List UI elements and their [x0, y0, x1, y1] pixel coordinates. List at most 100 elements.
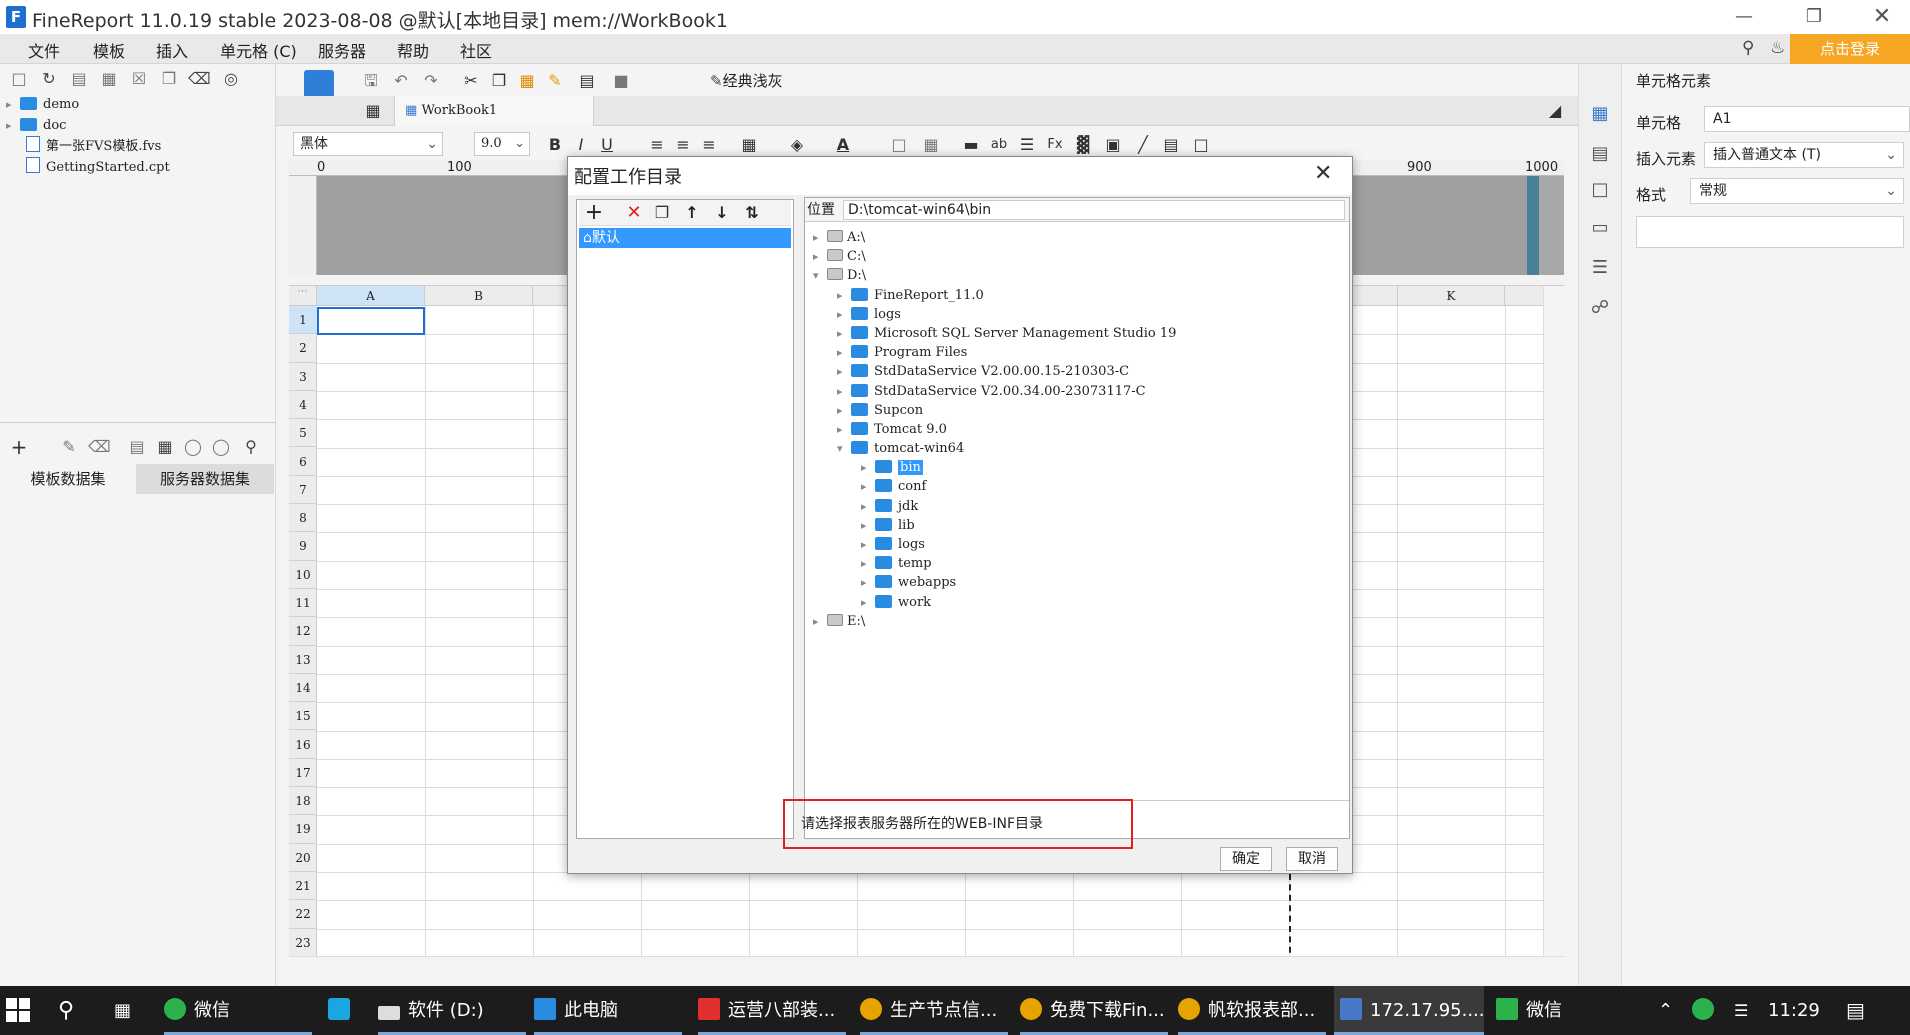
- caret-right-icon[interactable]: ▸: [837, 343, 851, 362]
- clock[interactable]: 11:29: [1768, 986, 1820, 1035]
- notification-icon[interactable]: ▤: [1846, 986, 1865, 1035]
- row-header[interactable]: 15: [289, 702, 317, 731]
- insert-text-ab-icon[interactable]: ab: [988, 134, 1010, 156]
- lock-icon[interactable]: ▦: [98, 68, 120, 90]
- row-header[interactable]: 5: [289, 419, 317, 448]
- more-insert-icon[interactable]: □: [1190, 134, 1212, 156]
- menu-help[interactable]: 帮助: [397, 38, 429, 62]
- add-icon[interactable]: +: [8, 436, 30, 458]
- caret-right-icon[interactable]: ▸: [813, 247, 827, 266]
- bell-icon[interactable]: ♨: [1770, 38, 1785, 58]
- row-header[interactable]: 18: [289, 787, 317, 816]
- caret-right-icon[interactable]: ▸: [837, 362, 851, 381]
- tree-item[interactable]: 第一张FVS模板.fvs: [6, 136, 266, 157]
- taskbar-item[interactable]: 微信: [164, 986, 312, 1035]
- directory-tree[interactable]: ▸ A:\ ▸ C:\ ▾ D:\ ▸ FineReport_11.0 ▸ logs ▸ Micros…: [813, 228, 1343, 648]
- directory-node[interactable]: ▸ Microsoft SQL Server Management Studio …: [813, 324, 1343, 343]
- align-left-icon[interactable]: ≡: [646, 134, 668, 156]
- template-web-attr-icon[interactable]: ■: [610, 70, 632, 92]
- copy-icon[interactable]: ❐: [158, 68, 180, 90]
- underline-icon[interactable]: U: [596, 134, 618, 156]
- menu-community[interactable]: 社区: [460, 38, 492, 62]
- row-header[interactable]: 13: [289, 646, 317, 674]
- directory-node[interactable]: ▸ lib: [813, 516, 1343, 535]
- workdir-list-item[interactable]: ⌂默认: [579, 228, 791, 248]
- cell-content-input[interactable]: [1636, 216, 1904, 248]
- caret-right-icon[interactable]: ▸: [861, 554, 875, 573]
- cell-attr-icon[interactable]: ▤: [1588, 142, 1612, 166]
- caret-right-icon[interactable]: ▸: [837, 305, 851, 324]
- edit-icon[interactable]: ✎: [58, 436, 80, 458]
- row-header[interactable]: 4: [289, 391, 317, 420]
- font-size-select[interactable]: 9.0 ⌄: [474, 132, 530, 156]
- taskbar-item[interactable]: 软件 (D:): [378, 986, 526, 1035]
- windows-start-icon[interactable]: [6, 998, 30, 1022]
- condition-icon[interactable]: ▭: [1588, 216, 1612, 240]
- caret-right-icon[interactable]: ▸: [837, 382, 851, 401]
- search-icon[interactable]: ⚲: [58, 986, 74, 1035]
- taskbar-item-active[interactable]: 172.17.95....: [1334, 986, 1485, 1035]
- directory-node[interactable]: ▸ logs: [813, 305, 1343, 324]
- copy-workdir-icon[interactable]: ❐: [651, 202, 673, 224]
- row-header[interactable]: 9: [289, 532, 317, 561]
- row-header[interactable]: 3: [289, 363, 317, 391]
- cut-icon[interactable]: ✂: [460, 70, 482, 92]
- menu-cell[interactable]: 单元格 (C): [220, 38, 297, 62]
- row-header[interactable]: 11: [289, 589, 317, 618]
- taskbar-item[interactable]: 免费下载Fin...: [1020, 986, 1168, 1035]
- directory-node[interactable]: ▸ C:\: [813, 247, 1343, 266]
- grid-icon[interactable]: ▦: [362, 100, 384, 122]
- ok-button[interactable]: 确定: [1220, 847, 1272, 871]
- bold-icon[interactable]: B: [544, 134, 566, 156]
- sub-report-icon[interactable]: ▤: [1160, 134, 1182, 156]
- directory-node[interactable]: ▸ E:\: [813, 612, 1343, 631]
- preview-icon[interactable]: ▤: [126, 436, 148, 458]
- caret-right-icon[interactable]: ▸: [837, 401, 851, 420]
- formula-icon[interactable]: Fx: [1044, 134, 1066, 156]
- row-header[interactable]: 1: [289, 306, 317, 335]
- row-header[interactable]: 17: [289, 759, 317, 788]
- format-painter-icon[interactable]: ✎: [544, 70, 566, 92]
- row-header[interactable]: 20: [289, 844, 317, 872]
- caret-down-icon[interactable]: ▾: [813, 266, 827, 285]
- image-icon[interactable]: ▣: [1102, 134, 1124, 156]
- tree-item[interactable]: ▸ doc: [6, 115, 266, 136]
- row-header[interactable]: 12: [289, 617, 317, 646]
- directory-node[interactable]: ▸ Tomcat 9.0: [813, 420, 1343, 439]
- taskbar-app-icon[interactable]: [328, 986, 358, 1035]
- insert-element-select[interactable]: 插入普通文本 (T) ⌄: [1704, 142, 1904, 168]
- list-icon[interactable]: ☰: [1588, 256, 1612, 280]
- caret-right-icon[interactable]: ▸: [837, 286, 851, 305]
- delete-workdir-icon[interactable]: ✕: [623, 202, 645, 224]
- menu-server[interactable]: 服务器: [318, 38, 366, 62]
- italic-icon[interactable]: I: [570, 134, 592, 156]
- restore-button[interactable]: ❐: [1786, 0, 1842, 34]
- tray-expand-icon[interactable]: ⌃: [1658, 986, 1673, 1035]
- menu-template[interactable]: 模板: [93, 38, 125, 62]
- caret-right-icon[interactable]: ▸: [813, 612, 827, 631]
- caret-right-icon[interactable]: ▸: [837, 324, 851, 343]
- trash-icon[interactable]: ⌫: [188, 68, 211, 90]
- selected-cell-a1[interactable]: [317, 307, 425, 335]
- link-icon[interactable]: ☍: [1588, 296, 1612, 320]
- sort-icon[interactable]: ⇅: [741, 202, 763, 224]
- add-workdir-icon[interactable]: +: [583, 202, 605, 224]
- cell-element-icon[interactable]: ▦: [1588, 102, 1612, 126]
- directory-node[interactable]: ▸ StdDataService V2.00.34.00-23073117-C: [813, 382, 1343, 401]
- directory-node[interactable]: ▸ jdk: [813, 497, 1343, 516]
- align-right-icon[interactable]: ≡: [698, 134, 720, 156]
- copy-icon[interactable]: ❐: [488, 70, 510, 92]
- dataset-icon[interactable]: ▦: [154, 436, 176, 458]
- redo-icon[interactable]: ↷: [420, 70, 442, 92]
- move-down-icon[interactable]: ↓: [711, 202, 733, 224]
- font-color-icon[interactable]: A: [832, 134, 854, 156]
- row-header[interactable]: 7: [289, 476, 317, 505]
- caret-right-icon[interactable]: ▸: [861, 497, 875, 516]
- border-icon[interactable]: ▦: [738, 134, 760, 156]
- row-header[interactable]: 14: [289, 674, 317, 703]
- database-settings-icon[interactable]: ◯: [210, 436, 232, 458]
- directory-node[interactable]: ▸ A:\: [813, 228, 1343, 247]
- style-button[interactable]: ✎经典浅灰: [710, 70, 783, 91]
- unmerge-cells-icon[interactable]: ▦: [920, 134, 942, 156]
- taskbar-item[interactable]: 帆软报表部...: [1178, 986, 1326, 1035]
